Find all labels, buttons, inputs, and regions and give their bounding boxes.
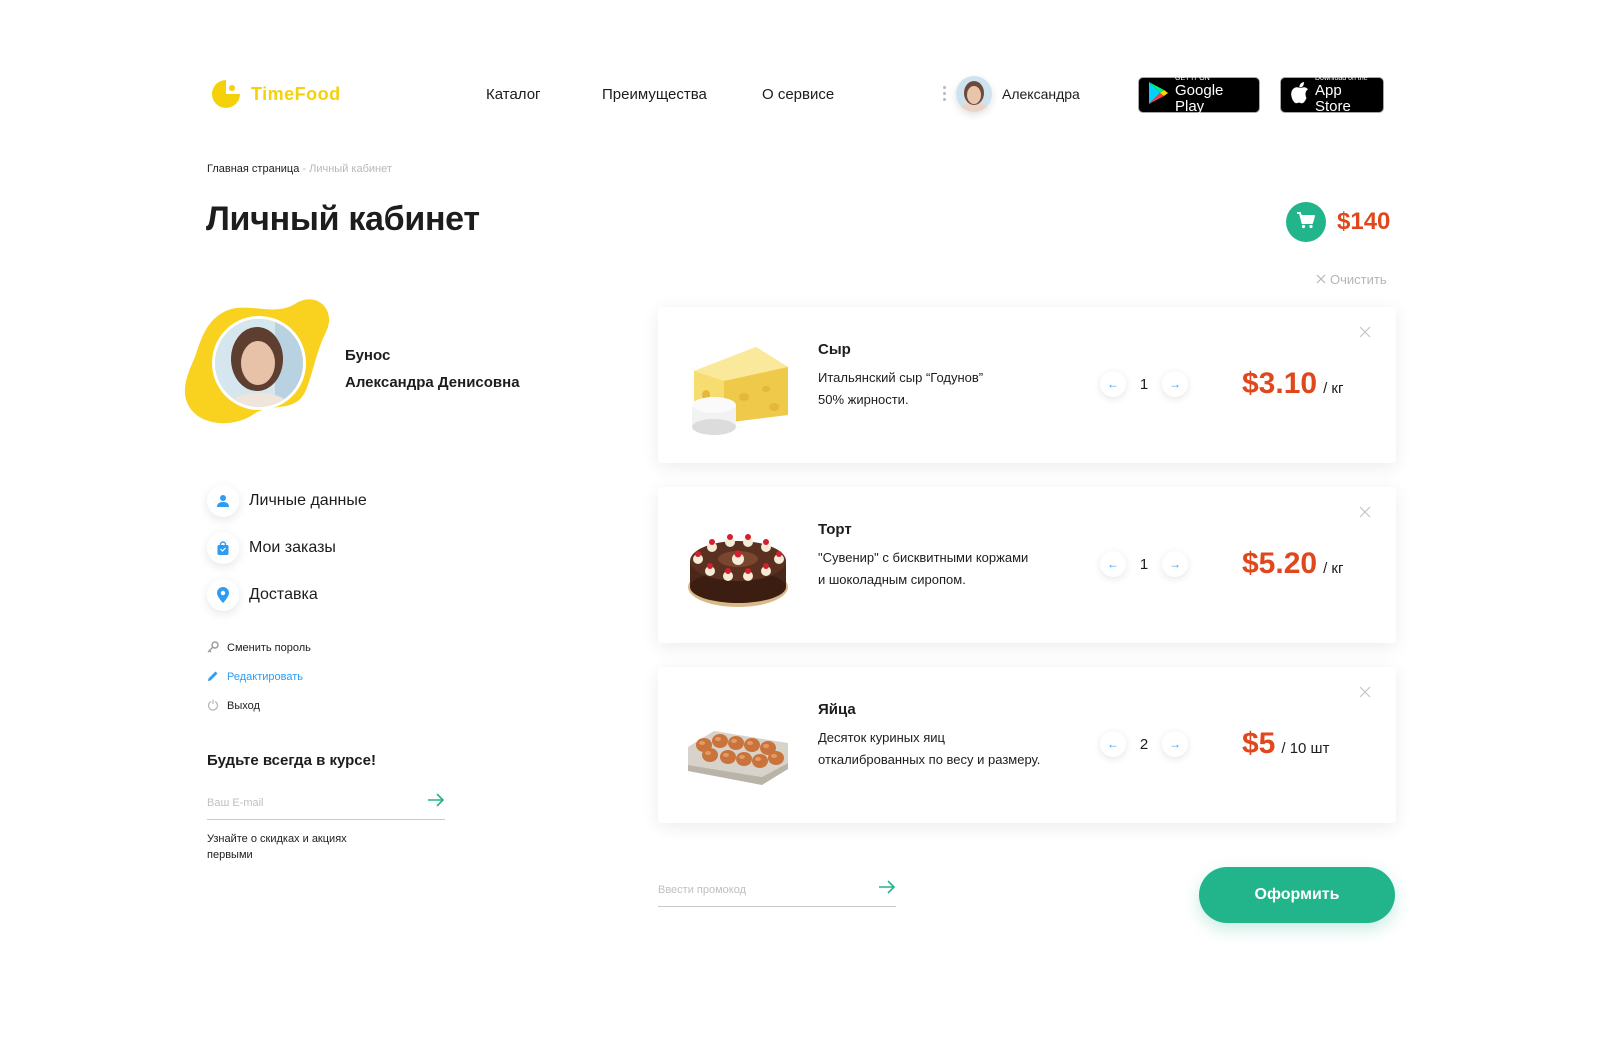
breadcrumb-separator: - bbox=[302, 163, 307, 175]
remove-item-close-icon[interactable] bbox=[1358, 505, 1372, 519]
user-name: Александра bbox=[1002, 86, 1080, 102]
cart-button[interactable] bbox=[1286, 202, 1326, 242]
promo-code-input[interactable] bbox=[658, 883, 848, 896]
decrease-arrow-icon[interactable]: ← bbox=[1100, 731, 1126, 757]
location-pin-icon bbox=[207, 579, 239, 611]
user-avatar bbox=[956, 76, 992, 112]
apple-icon bbox=[1289, 81, 1309, 110]
change-password-label: Сменить пороль bbox=[227, 642, 311, 654]
logo[interactable]: TimeFood bbox=[210, 78, 341, 110]
item-description: "Сувенир" с бисквитными коржами и шокола… bbox=[818, 550, 1029, 587]
breadcrumb-current: Личный кабинет bbox=[309, 163, 392, 175]
clear-cart-label: Очистить bbox=[1330, 272, 1387, 287]
item-description: Десяток куриных яиц откалиброванных по в… bbox=[818, 730, 1041, 767]
profile-name: Бунос Александра Денисовна bbox=[345, 342, 520, 396]
change-password-link[interactable]: Сменить пороль bbox=[207, 640, 311, 656]
breadcrumb: Главная страница - Личный кабинет bbox=[207, 163, 392, 175]
price-unit: / кг bbox=[1323, 560, 1344, 577]
cart-item: Сыр Итальянский сыр “Годунов” 50% жирнос… bbox=[658, 307, 1396, 463]
item-name: Яйца bbox=[818, 701, 856, 718]
power-icon bbox=[207, 699, 219, 714]
quantity-value: 2 bbox=[1139, 735, 1149, 753]
newsletter-note: Узнайте о скидках и акциях первыми bbox=[207, 833, 347, 861]
item-price: $3.10 / кг bbox=[1242, 367, 1343, 401]
cart-icon bbox=[1296, 211, 1316, 234]
nav-link-advantages[interactable]: Преимущества bbox=[602, 86, 707, 103]
clear-cart-button[interactable]: Очистить bbox=[1316, 272, 1387, 287]
google-play-big: Google Play bbox=[1175, 82, 1224, 115]
item-name: Сыр bbox=[818, 341, 851, 358]
nav-link-catalog[interactable]: Каталог bbox=[486, 86, 541, 103]
item-price: $5.20 / кг bbox=[1242, 547, 1343, 581]
menu-item-my-orders[interactable]: Мои заказы bbox=[207, 531, 367, 565]
price-value: $5.20 bbox=[1242, 547, 1318, 580]
logout-link[interactable]: Выход bbox=[207, 698, 311, 714]
key-icon bbox=[207, 640, 219, 656]
quantity-stepper: ← 1 → bbox=[1100, 551, 1188, 577]
nav-link-about[interactable]: О сервисе bbox=[762, 86, 834, 103]
cart-item: Торт "Сувенир" с бисквитными коржами и ш… bbox=[658, 487, 1396, 643]
google-play-button[interactable]: GET IT ON Google Play bbox=[1138, 75, 1260, 115]
increase-arrow-icon[interactable]: → bbox=[1162, 371, 1188, 397]
cart-item: Яйца Десяток куриных яиц откалиброванных… bbox=[658, 667, 1396, 823]
cheese-image bbox=[684, 331, 792, 439]
logo-mark-icon bbox=[210, 78, 242, 110]
price-value: $3.10 bbox=[1242, 367, 1318, 400]
pencil-icon bbox=[207, 670, 219, 685]
person-icon bbox=[207, 485, 239, 517]
edit-link[interactable]: Редактировать bbox=[207, 669, 311, 685]
decrease-arrow-icon[interactable]: ← bbox=[1100, 551, 1126, 577]
email-input[interactable] bbox=[207, 796, 397, 809]
remove-item-close-icon[interactable] bbox=[1358, 325, 1372, 339]
promo-form bbox=[658, 873, 896, 907]
menu-item-delivery[interactable]: Доставка bbox=[207, 578, 367, 612]
breadcrumb-home[interactable]: Главная страница bbox=[207, 163, 299, 175]
account-links: Сменить пороль Редактировать Выход bbox=[207, 640, 311, 727]
quantity-stepper: ← 1 → bbox=[1100, 371, 1188, 397]
menu-label: Мои заказы bbox=[249, 539, 336, 556]
profile-photo bbox=[212, 316, 306, 410]
arrow-right-icon[interactable] bbox=[878, 880, 896, 899]
quantity-value: 1 bbox=[1139, 555, 1149, 573]
arrow-right-icon[interactable] bbox=[427, 793, 445, 812]
newsletter-form bbox=[207, 786, 445, 820]
profile-menu: Личные данные Мои заказы Доставка bbox=[207, 484, 367, 625]
menu-label: Доставка bbox=[249, 586, 318, 603]
app-store-button[interactable]: Download on the App Store bbox=[1280, 75, 1384, 115]
bag-icon bbox=[207, 532, 239, 564]
cake-image bbox=[684, 511, 792, 619]
price-unit: / 10 шт bbox=[1281, 740, 1330, 757]
profile-last-name: Бунос bbox=[345, 347, 391, 364]
profile-first-middle-name: Александра Денисовна bbox=[345, 374, 520, 391]
newsletter-title: Будьте всегда в курсе! bbox=[207, 752, 376, 769]
remove-item-close-icon[interactable] bbox=[1358, 685, 1372, 699]
price-value: $5 bbox=[1242, 727, 1276, 760]
decrease-arrow-icon[interactable]: ← bbox=[1100, 371, 1126, 397]
menu-item-personal-data[interactable]: Личные данные bbox=[207, 484, 367, 518]
price-unit: / кг bbox=[1323, 380, 1344, 397]
increase-arrow-icon[interactable]: → bbox=[1162, 551, 1188, 577]
logout-label: Выход bbox=[227, 700, 260, 712]
item-price: $5 / 10 шт bbox=[1242, 727, 1329, 761]
edit-label: Редактировать bbox=[227, 671, 303, 683]
logo-text: TimeFood bbox=[251, 83, 341, 104]
google-play-icon bbox=[1147, 81, 1169, 110]
increase-arrow-icon[interactable]: → bbox=[1162, 731, 1188, 757]
close-icon bbox=[1316, 272, 1326, 287]
menu-label: Личные данные bbox=[249, 492, 367, 509]
quantity-value: 1 bbox=[1139, 375, 1149, 393]
user-menu[interactable]: Александра bbox=[956, 76, 1080, 112]
checkout-button[interactable]: Оформить bbox=[1199, 867, 1395, 923]
cart-total: $140 bbox=[1337, 208, 1391, 235]
more-menu-icon[interactable] bbox=[943, 86, 947, 101]
eggs-image bbox=[684, 691, 792, 799]
item-description: Итальянский сыр “Годунов” 50% жирности. bbox=[818, 370, 984, 407]
app-store-big: App Store bbox=[1315, 82, 1351, 115]
quantity-stepper: ← 2 → bbox=[1100, 731, 1188, 757]
item-name: Торт bbox=[818, 521, 852, 538]
page-title: Личный кабинет bbox=[206, 200, 480, 238]
